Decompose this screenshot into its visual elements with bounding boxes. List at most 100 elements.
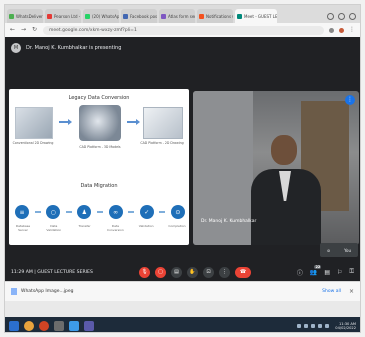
browser-tab[interactable]: Facebook post [121, 9, 157, 23]
meet-control-bar: 11:29 AM | GUEST LECTURE SERIES 🎙 ▢ ▤ ✋ ⊡ ⋮ ☎ … [5, 263, 360, 281]
check-icon: ✓ [139, 205, 154, 219]
migration-caption: Validation [138, 224, 154, 228]
arrow-icon [59, 119, 72, 125]
tab-label: Facebook post [130, 13, 157, 19]
tab-strip: WhatsDelivery.co Pearson Ltd - Jh (20) Wha… [5, 5, 360, 23]
meeting-info: 11:29 AM | GUEST LECTURE SERIES [11, 269, 93, 275]
raise-hand-button[interactable]: ✋ [187, 266, 198, 278]
tray-icon[interactable] [297, 323, 302, 328]
tab-label: Pearson Ltd - Jh [54, 13, 81, 19]
presenting-banner: M Dr. Manoj K. Kumbhalkar is presenting [11, 42, 121, 54]
chrome-icon[interactable] [24, 320, 34, 331]
browser-tab[interactable]: Atlas form services [159, 9, 195, 23]
side-panel-controls: ⓘ 👥 22 ▤ ⚐ ⚿ [297, 264, 354, 277]
migration-flow: ≡ ○ ♟ ∞ ✓ ⊙ [15, 201, 185, 223]
participant-name: Dr. Manoj K. Kumbhalkar [201, 219, 257, 224]
more-options-button[interactable]: ⋮ [219, 266, 230, 278]
host-controls-icon[interactable]: ⚿ [349, 268, 354, 276]
tab-favicon-icon [47, 13, 52, 19]
file-explorer-icon[interactable] [54, 320, 64, 331]
user-icon: ♟ [77, 205, 92, 219]
migration-captions: Database Server Data Validation Transfer… [13, 224, 187, 232]
browser-tab[interactable]: Meet - GUEST LE [235, 9, 277, 23]
drawing-image [15, 107, 53, 139]
volume-icon[interactable] [318, 323, 323, 328]
reload-icon[interactable]: ↻ [32, 27, 38, 33]
close-icon[interactable] [349, 12, 356, 20]
self-view-tile[interactable]: ⊘ You [320, 243, 358, 257]
captions-button[interactable]: ▤ [171, 266, 182, 278]
participant-head [271, 135, 297, 165]
cad-drawing-image [143, 107, 183, 139]
migration-caption: Completion [168, 224, 186, 228]
battery-icon[interactable] [325, 323, 330, 328]
image-file-icon [11, 288, 17, 295]
tab-favicon-icon [161, 13, 166, 19]
tab-label: Atlas form services [168, 13, 195, 19]
show-all-button[interactable]: Show all [322, 289, 341, 294]
network-icon: ∞ [108, 205, 123, 219]
leave-call-button[interactable]: ☎ [235, 266, 251, 278]
chat-icon[interactable]: ▤ [324, 269, 330, 276]
download-item[interactable]: WhatsApp Image...jpeg [21, 289, 74, 294]
arrow-icon [127, 119, 140, 125]
tab-favicon-icon [237, 13, 242, 19]
browser-tab[interactable]: WhatsDelivery.co [7, 9, 43, 23]
browser-tab[interactable]: Pearson Ltd - Jh [45, 9, 81, 23]
presentation-slide: Legacy Data Conversion Conventional 2D D… [9, 89, 189, 245]
minimize-icon[interactable] [327, 12, 334, 20]
slide-legacy-title: Legacy Data Conversion [68, 95, 130, 101]
taskbar-clock[interactable]: 11:30 AM 04/02/2022 [335, 322, 356, 330]
activities-icon[interactable]: ⚐ [337, 269, 342, 276]
taskbar-date: 04/02/2022 [335, 325, 356, 330]
app-icon[interactable] [39, 320, 49, 331]
migration-caption: Transfer [78, 224, 91, 228]
extension-icon[interactable] [329, 27, 334, 33]
tray-icon[interactable] [304, 323, 309, 328]
database-icon: ≡ [15, 205, 29, 219]
camera-off-button[interactable]: ▢ [155, 266, 166, 278]
participant-video-tile[interactable]: ⋮ Dr. Manoj K. Kumbhalkar [193, 91, 359, 245]
browser-icon[interactable] [69, 320, 79, 331]
slide-migration-title: Data Migration [80, 183, 118, 189]
word-icon[interactable] [84, 320, 94, 331]
address-bar: ← → ↻ meet.google.com/xkm-wxzy-zmf?pli=1… [5, 23, 360, 37]
browser-tab[interactable]: (20) WhatsApp [83, 9, 119, 23]
migration-caption: Data Conversion [106, 224, 124, 232]
people-icon[interactable]: 👥 22 [310, 264, 322, 276]
ring-icon: ○ [46, 205, 61, 219]
tab-favicon-icon [199, 13, 204, 19]
tab-favicon-icon [9, 13, 14, 19]
self-label: You [344, 247, 352, 253]
legacy-caption: Conventional 2D Drawing [12, 141, 54, 145]
completion-icon: ⊙ [170, 205, 185, 219]
info-icon[interactable]: ⓘ [297, 268, 303, 277]
browser-tab[interactable]: Notifications (22) [197, 9, 233, 23]
close-shelf-button[interactable]: × [349, 288, 354, 295]
profile-avatar[interactable] [339, 27, 344, 33]
mic-off-button[interactable]: 🎙 [139, 266, 150, 278]
present-button[interactable]: ⊡ [203, 266, 214, 278]
presenter-avatar: M [11, 43, 21, 53]
wifi-icon[interactable] [311, 323, 316, 328]
legacy-caption: CAD Platform - 2D Drawing [140, 141, 184, 145]
call-controls: 🎙 ▢ ▤ ✋ ⊡ ⋮ ☎ [139, 266, 251, 278]
download-shelf: WhatsApp Image...jpeg Show all × [5, 281, 360, 301]
mic-off-icon: ⊘ [326, 247, 331, 253]
start-icon[interactable] [9, 320, 19, 331]
browser-window: WhatsDelivery.co Pearson Ltd - Jh (20) Wha… [4, 4, 361, 333]
migration-caption: Database Server [15, 224, 31, 232]
tab-favicon-icon [123, 13, 128, 19]
taskbar: 11:30 AM 04/02/2022 [5, 317, 360, 332]
forward-icon[interactable]: → [21, 27, 27, 33]
participants-count: 22 [314, 264, 322, 269]
tab-label: WhatsDelivery.co [16, 13, 43, 19]
maximize-icon[interactable] [338, 12, 345, 20]
tab-favicon-icon [85, 13, 90, 19]
menu-icon[interactable]: ⋮ [349, 27, 355, 33]
cad-model-image [79, 105, 121, 141]
back-icon[interactable]: ← [10, 27, 16, 33]
migration-caption: Data Validation [46, 224, 62, 232]
url-input[interactable]: meet.google.com/xkm-wxzy-zmf?pli=1 [43, 25, 324, 35]
taskbar-time: 11:30 AM [338, 321, 356, 326]
